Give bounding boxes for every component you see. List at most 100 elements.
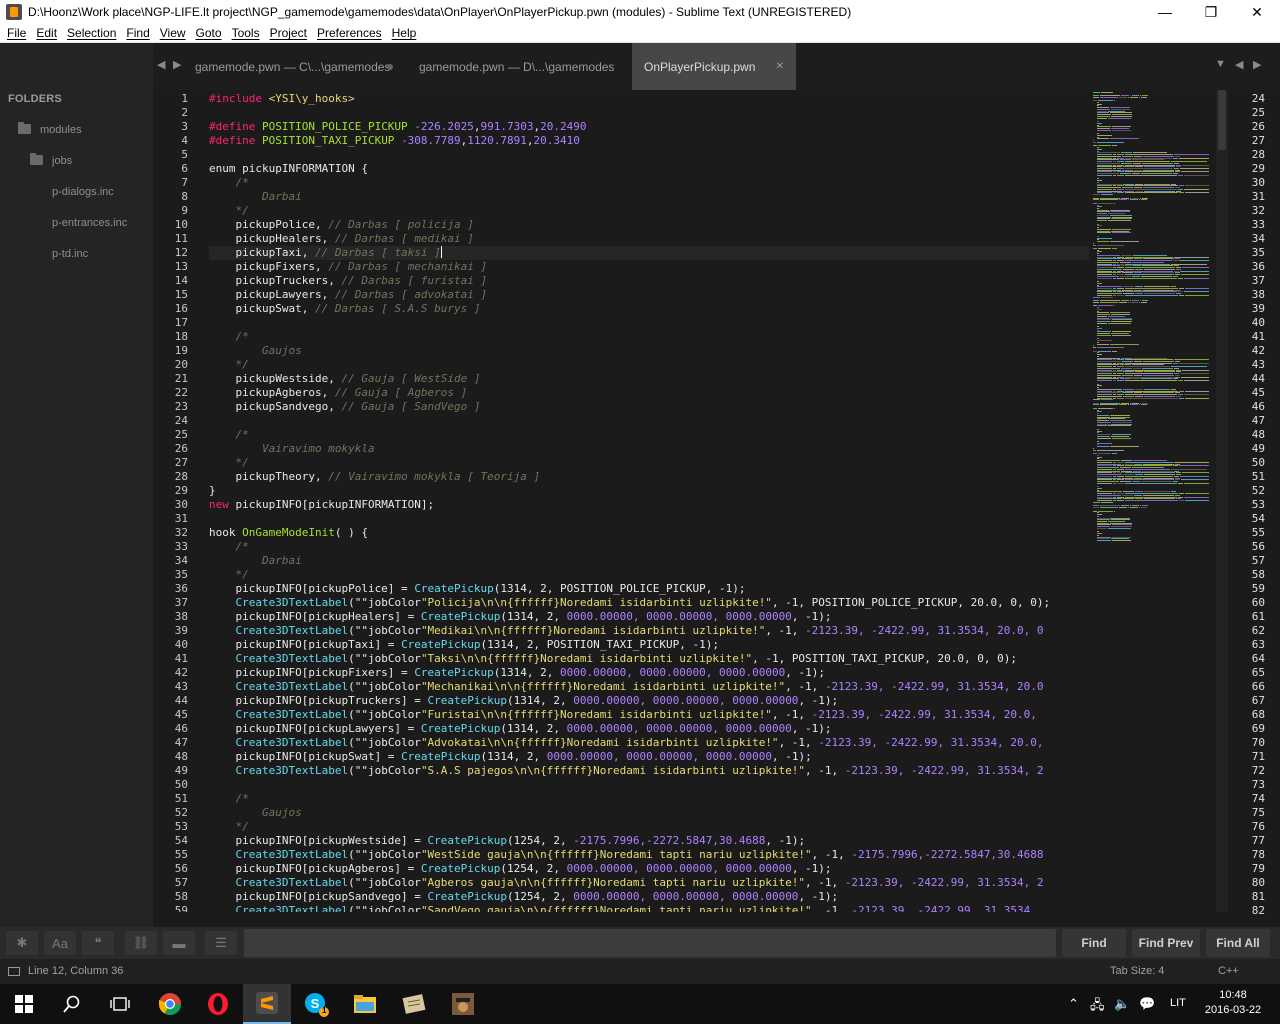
code-line[interactable]: /* [209,540,1089,554]
opera-icon[interactable] [194,984,242,1024]
minimap[interactable] [1089,90,1216,912]
code-line[interactable]: pickupPolice, // Darbas [ policija ] [209,218,1089,232]
code-line[interactable]: pickupINFO[pickupTruckers] = CreatePicku… [209,694,1089,708]
tab-scroll-right-icon[interactable]: ▶ [1253,58,1261,71]
code-line[interactable]: */ [209,204,1089,218]
chrome-icon[interactable] [146,984,194,1024]
code-line[interactable] [209,512,1089,526]
tab-size-indicator[interactable]: Tab Size: 4 [1110,965,1164,977]
code-line[interactable]: Create3DTextLabel(""jobColor"Advokatai\n… [209,736,1089,750]
search-icon[interactable] [48,984,96,1024]
code-line[interactable]: pickupINFO[pickupSandvego] = CreatePicku… [209,890,1089,904]
vertical-scrollbar[interactable] [1216,90,1228,912]
tab-gamemode-d[interactable]: gamemode.pwn — D\...\gamemodes [407,43,631,90]
scrollbar-thumb[interactable] [1218,90,1226,150]
code-line[interactable] [209,148,1089,162]
menu-file[interactable]: File [0,26,31,40]
file-explorer-icon[interactable] [341,984,389,1024]
code-line[interactable]: */ [209,568,1089,582]
sublime-taskbar-icon[interactable] [243,984,291,1024]
tab-gamemode-c[interactable]: gamemode.pwn — C\...\gamemodes [183,43,405,90]
code-line[interactable]: Create3DTextLabel(""jobColor"Furistai\n\… [209,708,1089,722]
code-line[interactable]: #define POSITION_POLICE_PICKUP -226.2025… [209,120,1089,134]
code-line[interactable]: pickupWestside, // Gauja [ WestSide ] [209,372,1089,386]
code-line[interactable] [209,778,1089,792]
code-line[interactable] [209,414,1089,428]
code-line[interactable]: Create3DTextLabel(""jobColor"S.A.S pajeg… [209,764,1089,778]
code-line[interactable]: Create3DTextLabel(""jobColor"Policija\n\… [209,596,1089,610]
find-button[interactable]: Find [1062,929,1126,957]
code-line[interactable]: Create3DTextLabel(""jobColor"Agberos gau… [209,876,1089,890]
code-line[interactable]: pickupINFO[pickupFixers] = CreatePickup(… [209,666,1089,680]
code-line[interactable]: Darbai [209,190,1089,204]
tab-list-dropdown-icon[interactable]: ▼ [1215,58,1226,70]
code-line[interactable]: Darbai [209,554,1089,568]
minimize-button[interactable]: — [1142,0,1188,24]
code-line[interactable] [209,106,1089,120]
code-line[interactable]: pickupINFO[pickupWestside] = CreatePicku… [209,834,1089,848]
code-line[interactable]: pickupTaxi, // Darbas [ taksi ] [209,246,1089,260]
code-line[interactable]: hook OnGameModeInit( ) { [209,526,1089,540]
menu-project[interactable]: Project [265,26,312,40]
sidebar-file-p-dialogs[interactable]: p-dialogs.inc [52,186,114,198]
system-clock[interactable]: 10:48 2016-03-22 [1200,988,1266,1018]
code-line[interactable]: pickupHealers, // Darbas [ medikai ] [209,232,1089,246]
code-line[interactable]: Vairavimo mokykla [209,442,1089,456]
avatar-app-icon[interactable] [439,984,487,1024]
whole-word-toggle-icon[interactable]: ❝ [82,931,114,955]
sidebar-folder-modules[interactable]: modules [18,122,82,136]
highlight-matches-toggle-icon[interactable]: ☰ [205,931,237,955]
code-line[interactable]: pickupSandvego, // Gauja [ SandVego ] [209,400,1089,414]
code-line[interactable]: Create3DTextLabel(""jobColor"SandVego ga… [209,904,1089,912]
code-line[interactable]: pickupAgberos, // Gauja [ Agberos ] [209,386,1089,400]
menu-goto[interactable]: Goto [191,26,227,40]
menu-find[interactable]: Find [121,26,154,40]
code-line[interactable]: /* [209,176,1089,190]
code-line[interactable]: pickupSwat, // Darbas [ S.A.S burys ] [209,302,1089,316]
tab-onplayerpickup[interactable]: OnPlayerPickup.pwn ✕ [632,43,796,90]
code-line[interactable]: */ [209,358,1089,372]
menu-preferences[interactable]: Preferences [312,26,387,40]
tab-next-arrow-icon[interactable]: ▶ [173,58,181,71]
sidebar-file-p-entrances[interactable]: p-entrances.inc [52,217,127,229]
code-line[interactable]: new pickupINFO[pickupINFORMATION]; [209,498,1089,512]
code-line[interactable]: Create3DTextLabel(""jobColor"WestSide ga… [209,848,1089,862]
maximize-button[interactable]: ❐ [1188,0,1234,24]
find-input[interactable] [244,929,1056,957]
code-line[interactable]: Gaujos [209,806,1089,820]
network-icon[interactable]: 🖧 [1090,996,1105,1018]
tab-prev-arrow-icon[interactable]: ◀ [157,58,165,71]
code-line[interactable]: pickupINFO[pickupTaxi] = CreatePickup(13… [209,638,1089,652]
code-line[interactable]: pickupLawyers, // Darbas [ advokatai ] [209,288,1089,302]
volume-icon[interactable]: 🔈 [1114,996,1130,1012]
code-line[interactable]: /* [209,428,1089,442]
code-line[interactable]: Create3DTextLabel(""jobColor"Mechanikai\… [209,680,1089,694]
menu-edit[interactable]: Edit [31,26,62,40]
code-line[interactable]: Gaujos [209,344,1089,358]
task-view-icon[interactable] [96,984,144,1024]
code-line[interactable]: pickupINFO[pickupHealers] = CreatePickup… [209,610,1089,624]
skype-icon[interactable]: S 1 [292,984,340,1024]
code-line[interactable]: enum pickupINFORMATION { [209,162,1089,176]
sidebar-folder-jobs[interactable]: jobs [30,153,72,167]
code-line[interactable]: pickupINFO[pickupSwat] = CreatePickup(13… [209,750,1089,764]
in-selection-toggle-icon[interactable]: ▬ [163,931,195,955]
code-line[interactable]: /* [209,330,1089,344]
find-prev-button[interactable]: Find Prev [1132,929,1200,957]
code-line[interactable]: */ [209,456,1089,470]
input-language[interactable]: LIT [1170,997,1186,1009]
code-line[interactable]: Create3DTextLabel(""jobColor"Medikai\n\n… [209,624,1089,638]
code-line[interactable]: pickupINFO[pickupPolice] = CreatePickup(… [209,582,1089,596]
tray-expand-icon[interactable]: ⌃ [1068,996,1079,1012]
code-line[interactable]: pickupTheory, // Vairavimo mokykla [ Teo… [209,470,1089,484]
code-line[interactable]: pickupTruckers, // Darbas [ furistai ] [209,274,1089,288]
menu-selection[interactable]: Selection [62,26,121,40]
menu-tools[interactable]: Tools [227,26,265,40]
start-icon[interactable] [0,984,48,1024]
code-line[interactable]: */ [209,820,1089,834]
code-line[interactable]: } [209,484,1089,498]
case-toggle-icon[interactable]: Aa [44,931,76,955]
tab-close-icon[interactable]: ✕ [776,61,784,72]
notifications-icon[interactable]: 💬 [1139,996,1155,1012]
note-app-icon[interactable] [390,984,438,1024]
